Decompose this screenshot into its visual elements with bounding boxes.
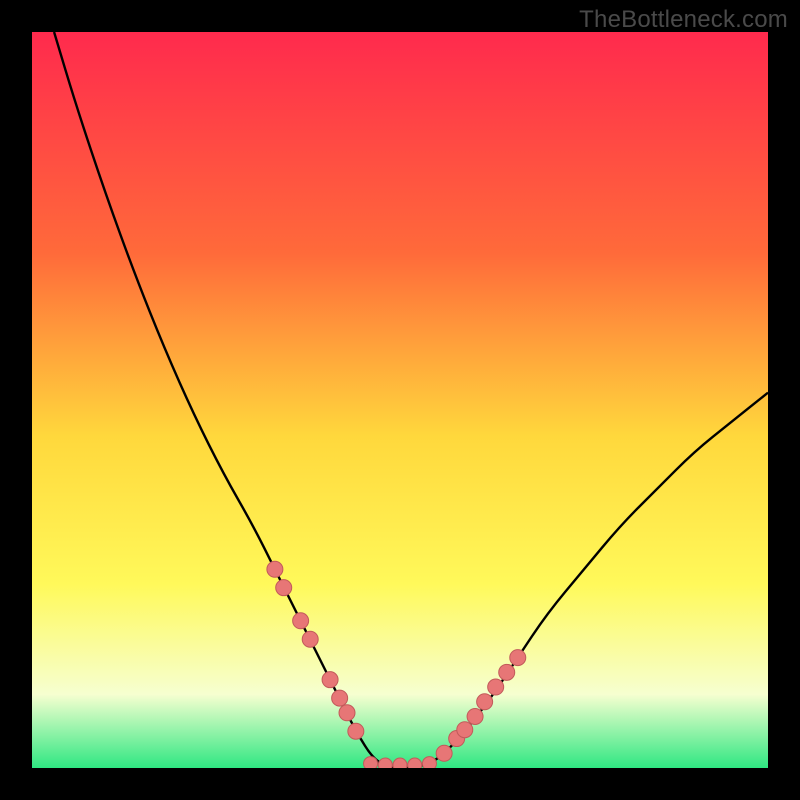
data-point-dot xyxy=(393,758,407,768)
data-point-dot xyxy=(348,723,364,739)
data-point-dot xyxy=(499,664,515,680)
data-point-dot xyxy=(322,672,338,688)
data-point-dot xyxy=(339,705,355,721)
data-point-dot xyxy=(302,631,318,647)
data-point-dot xyxy=(477,694,493,710)
chart-frame: TheBottleneck.com xyxy=(0,0,800,800)
data-point-dot xyxy=(488,679,504,695)
data-point-dot xyxy=(467,708,483,724)
gradient-background xyxy=(32,32,768,768)
data-point-dot xyxy=(378,758,392,768)
data-point-dot xyxy=(510,650,526,666)
watermark-text: TheBottleneck.com xyxy=(579,6,788,34)
data-point-dot xyxy=(332,690,348,706)
data-point-dot xyxy=(293,613,309,629)
data-point-dot xyxy=(276,580,292,596)
data-point-dot xyxy=(436,745,452,761)
data-point-dot xyxy=(267,561,283,577)
floor-dots xyxy=(364,757,437,768)
data-point-dot xyxy=(364,757,378,768)
plot-area xyxy=(32,32,768,768)
chart-svg xyxy=(32,32,768,768)
data-point-dot xyxy=(457,722,473,738)
data-point-dot xyxy=(422,757,436,768)
data-point-dot xyxy=(408,758,422,768)
